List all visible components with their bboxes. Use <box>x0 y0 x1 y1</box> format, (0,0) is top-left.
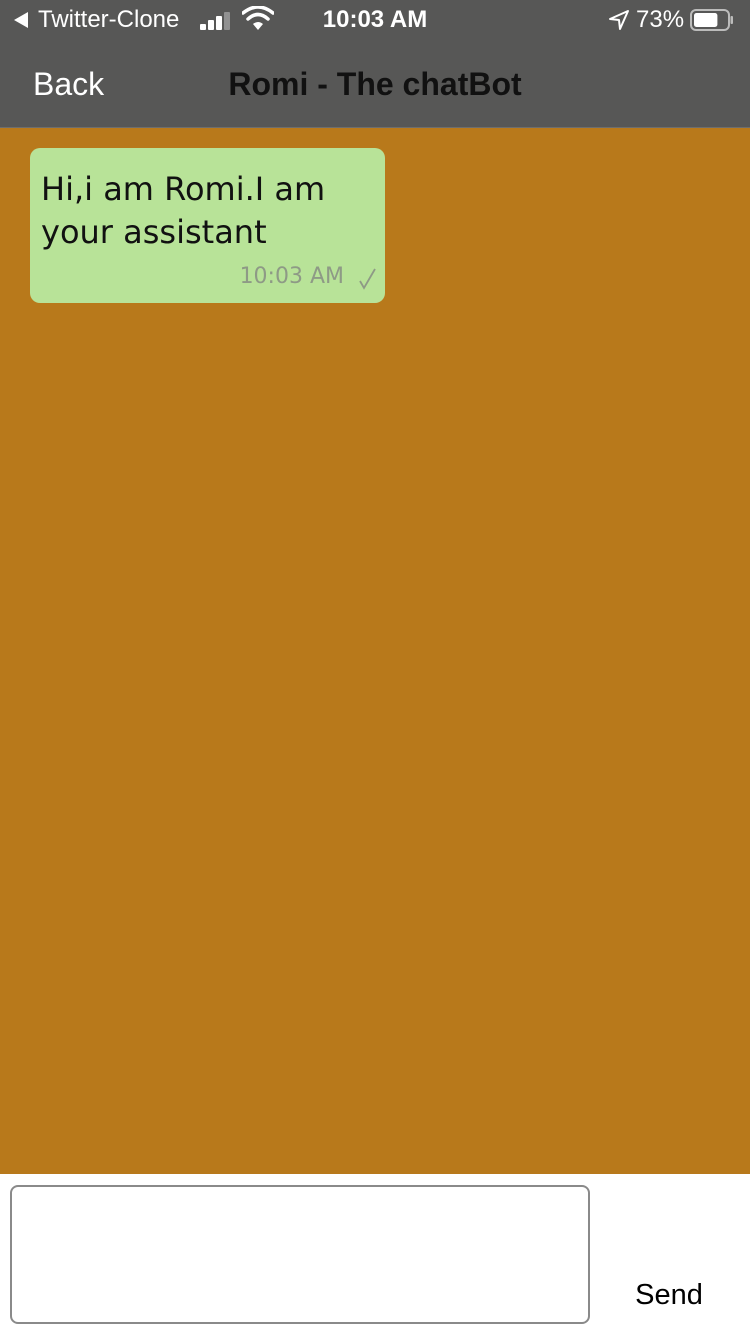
navigation-bar: Back Romi - The chatBot <box>0 40 750 128</box>
battery-percent: 73% <box>636 6 685 33</box>
battery-icon <box>690 9 733 31</box>
message-input[interactable] <box>10 1185 590 1324</box>
message-list[interactable]: Hi,i am Romi.I am your assistant 10:03 A… <box>0 128 750 1174</box>
status-bar: Twitter-Clone 10:03 AM 73% <box>0 0 750 40</box>
page-title: Romi - The chatBot <box>228 66 522 102</box>
composer-bar: Send <box>0 1174 750 1334</box>
message-text: Hi,i am Romi.I am your assistant <box>41 170 326 251</box>
send-button[interactable]: Send <box>610 1278 728 1312</box>
sent-check-icon <box>359 268 376 290</box>
top-bar: Twitter-Clone 10:03 AM 73% Back Romi - T… <box>0 0 750 128</box>
chat-screen: Twitter-Clone 10:03 AM 73% Back Romi - T… <box>0 0 750 1334</box>
message-timestamp: 10:03 AM <box>239 264 344 289</box>
message-bubble-incoming[interactable]: Hi,i am Romi.I am your assistant 10:03 A… <box>30 148 385 303</box>
location-arrow-icon <box>609 10 629 30</box>
